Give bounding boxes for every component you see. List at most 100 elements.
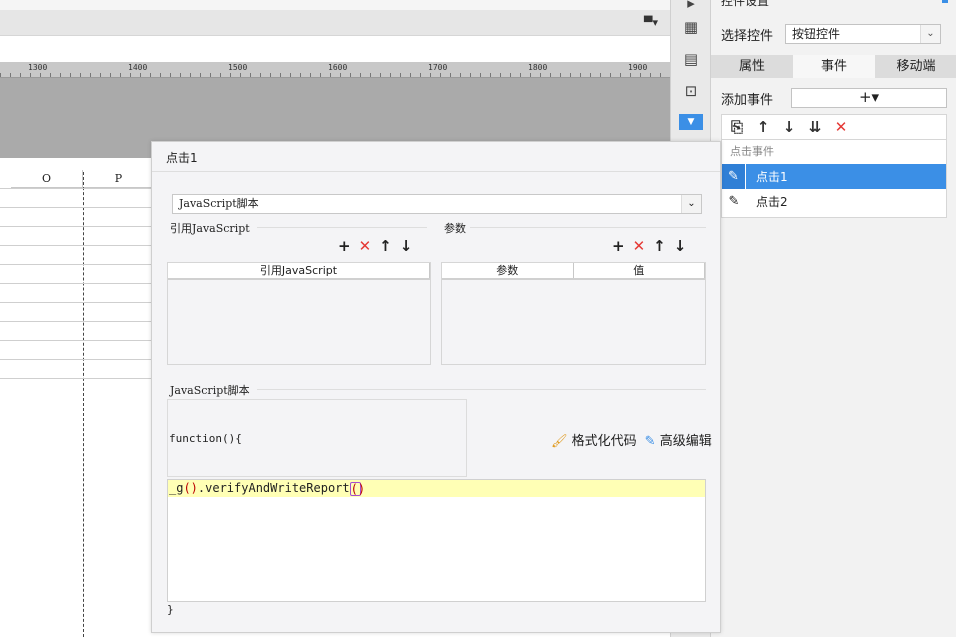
ref-js-section-label: 引用JavaScript bbox=[170, 222, 250, 235]
move-up-icon[interactable]: ↑ bbox=[653, 237, 666, 255]
ruler-tick bbox=[610, 73, 611, 77]
column-header-o[interactable]: O bbox=[11, 170, 83, 188]
event-type-value: JavaScript脚本 bbox=[179, 197, 259, 210]
dialog-title: 点击1 bbox=[166, 151, 198, 165]
grid-row-line bbox=[0, 207, 155, 208]
section-line bbox=[257, 227, 427, 228]
info-card-icon[interactable]: ▤ bbox=[680, 48, 702, 70]
ruler-tick bbox=[200, 73, 201, 77]
add-icon[interactable]: + bbox=[338, 237, 351, 255]
ruler-tick bbox=[630, 73, 631, 77]
table-header: 引用JavaScript bbox=[168, 263, 430, 280]
delete-icon[interactable]: ✕ bbox=[359, 237, 372, 255]
params-table[interactable]: 参数 值 bbox=[441, 262, 706, 365]
column-header-value[interactable]: 值 bbox=[574, 263, 705, 278]
ruler-tick bbox=[470, 73, 471, 77]
ruler-tick bbox=[110, 73, 111, 77]
ruler-label: 1400 bbox=[128, 63, 148, 72]
ruler-tick bbox=[430, 73, 431, 77]
ruler-tick bbox=[520, 73, 521, 77]
ruler-tick bbox=[300, 73, 301, 77]
ruler-tick bbox=[190, 73, 191, 77]
ruler-tick bbox=[290, 73, 291, 77]
ruler-tick bbox=[350, 73, 351, 77]
delete-icon[interactable]: ✕ bbox=[633, 237, 646, 255]
ruler-tick bbox=[140, 73, 141, 77]
advanced-edit-button[interactable]: ✎ 高级编辑 bbox=[645, 430, 712, 449]
settings-tabs: 属性 事件 移动端 bbox=[711, 55, 956, 78]
select-control-label: 选择控件 bbox=[721, 28, 774, 44]
ruler-tick bbox=[530, 73, 531, 77]
ruler-tick bbox=[10, 73, 11, 77]
move-bottom-icon[interactable]: ⇊ bbox=[806, 118, 824, 136]
move-up-icon[interactable]: ↑ bbox=[379, 237, 392, 255]
ruler-tick bbox=[420, 73, 421, 77]
ruler-tick bbox=[220, 73, 221, 77]
ruler-tick bbox=[400, 73, 401, 77]
ref-js-table[interactable]: 引用JavaScript bbox=[167, 262, 431, 365]
column-header-ref-js[interactable]: 引用JavaScript bbox=[168, 263, 430, 278]
move-down-icon[interactable]: ↓ bbox=[780, 118, 798, 136]
copy-icon[interactable]: ⎘ bbox=[728, 118, 746, 136]
code-line-current[interactable]: _g().verifyAndWriteReport() bbox=[168, 480, 705, 497]
ruler-tick bbox=[230, 73, 231, 77]
ruler-tick bbox=[460, 73, 461, 77]
chevron-down-icon[interactable]: ⌄ bbox=[920, 25, 940, 43]
ruler-tick bbox=[620, 73, 621, 77]
add-event-button[interactable]: +▾ bbox=[791, 88, 947, 108]
ruler-tick bbox=[360, 73, 361, 77]
broom-icon: 🖌 bbox=[551, 434, 568, 449]
dropdown-active-icon[interactable]: ▼ bbox=[679, 114, 703, 130]
ruler-tick bbox=[640, 73, 641, 77]
tab-events[interactable]: 事件 bbox=[793, 55, 875, 78]
ruler-tick bbox=[560, 73, 561, 77]
ruler-tick bbox=[650, 73, 651, 77]
ruler-tick bbox=[310, 73, 311, 77]
event-item-click2[interactable]: ✎ 点击2 bbox=[722, 189, 946, 214]
ruler-tick bbox=[320, 73, 321, 77]
panel-collapse-icon[interactable] bbox=[942, 0, 948, 3]
ruler-tick bbox=[180, 73, 181, 77]
ruler-tick bbox=[260, 73, 261, 77]
code-token-method: .verifyAndWriteReport bbox=[197, 481, 350, 495]
move-up-icon[interactable]: ↑ bbox=[754, 118, 772, 136]
chevron-right-icon[interactable]: ▸ bbox=[680, 0, 702, 14]
add-icon[interactable]: + bbox=[612, 237, 625, 255]
edit-pencil-icon: ✎ bbox=[722, 164, 746, 189]
event-edit-dialog: 点击1 JavaScript脚本 ⌄ 引用JavaScript 参数 + ✕ ↑… bbox=[151, 141, 721, 633]
ruler-tick bbox=[600, 73, 601, 77]
layout-icon[interactable]: ▦ bbox=[680, 16, 702, 38]
event-type-select[interactable]: JavaScript脚本 ⌄ bbox=[172, 194, 702, 214]
grid-row-line bbox=[0, 226, 155, 227]
ruler-label: 1800 bbox=[528, 63, 548, 72]
grid-row-line bbox=[0, 359, 155, 360]
ruler-tick bbox=[170, 73, 171, 77]
editor-white-band bbox=[0, 36, 670, 62]
tab-mobile[interactable]: 移动端 bbox=[875, 55, 956, 78]
ruler-tick bbox=[80, 73, 81, 77]
toolbar-menu-icon[interactable]: ▀▾ bbox=[644, 16, 658, 29]
ruler-tick bbox=[240, 73, 241, 77]
grid-row-line bbox=[0, 378, 155, 379]
code-editor[interactable]: _g().verifyAndWriteReport() bbox=[167, 479, 706, 602]
column-header-param[interactable]: 参数 bbox=[442, 263, 574, 278]
chevron-down-icon[interactable]: ⌄ bbox=[681, 195, 701, 213]
column-header-p[interactable]: P bbox=[83, 170, 155, 188]
ruler-tick bbox=[540, 73, 541, 77]
ruler-tick bbox=[450, 73, 451, 77]
control-select[interactable]: 按钮控件 ⌄ bbox=[785, 24, 941, 44]
tab-properties[interactable]: 属性 bbox=[711, 55, 793, 78]
event-item-click1[interactable]: ✎ 点击1 bbox=[722, 164, 946, 189]
code-paren: () bbox=[183, 481, 198, 495]
code-header-area: function(){ bbox=[167, 399, 467, 477]
delete-icon[interactable]: ✕ bbox=[832, 118, 850, 136]
ruler-tick bbox=[0, 73, 1, 77]
ruler-tick bbox=[210, 73, 211, 77]
move-down-icon[interactable]: ↓ bbox=[400, 237, 413, 255]
code-function-head: function(){ bbox=[169, 432, 242, 445]
ruler-tick bbox=[580, 73, 581, 77]
ruler-tick bbox=[390, 73, 391, 77]
move-down-icon[interactable]: ↓ bbox=[674, 237, 687, 255]
format-code-button[interactable]: 🖌 格式化代码 bbox=[551, 430, 637, 449]
crop-icon[interactable]: ⊡ bbox=[680, 80, 702, 102]
